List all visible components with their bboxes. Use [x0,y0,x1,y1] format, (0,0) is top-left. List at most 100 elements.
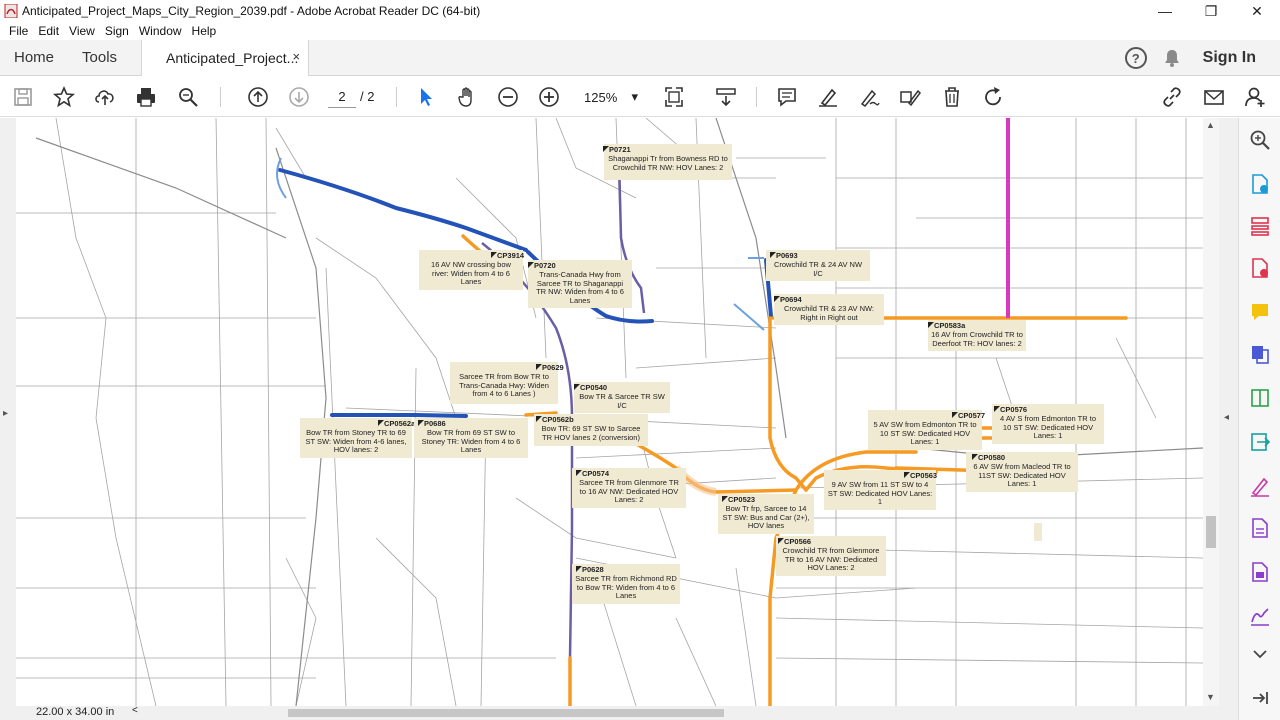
print-icon[interactable] [134,85,158,109]
project-label-cp0563: CP0563 9 AV SW from 11 ST SW to 4 ST SW: … [824,470,938,510]
chevron-left-icon: ◂ [1224,412,1230,423]
scroll-up-icon[interactable]: ▲ [1206,120,1215,130]
document-tab-label: Anticipated_Project... [166,49,299,66]
project-label-p0720: P0720 Trans-Canada Hwy from Sarcee TR to … [528,260,632,308]
more-tools-chevron-icon[interactable] [1248,642,1272,666]
comment-tool-icon[interactable] [1248,300,1272,324]
scroll-left-icon[interactable]: < [132,705,138,716]
project-label-cp0523: CP0523 Bow Tr frp, Sarcee to 14 ST SW: Bu… [718,494,814,534]
project-description: Bow TR & Sarcee TR SW I/C [579,392,665,410]
project-description: Bow TR from Stoney TR to 69 ST SW: Widen… [305,428,407,454]
page-up-icon[interactable] [246,85,270,109]
zoom-select[interactable]: 125% ▾ [578,86,644,108]
project-id: P0720 [534,261,556,270]
left-panel-toggle[interactable]: ▸ [0,118,16,706]
combine-files-icon[interactable] [1248,342,1272,366]
highlight-icon[interactable] [816,85,840,109]
project-description: Bow TR: 69 ST SW to Sarcee TR HOV lanes … [541,424,641,442]
page-number-input[interactable]: 2 [328,86,356,108]
project-id: CP3914 [497,251,525,260]
bookmark-star-icon[interactable] [52,85,76,109]
page-down-icon[interactable] [287,85,311,109]
fill-sign-icon[interactable] [898,85,922,109]
link-icon[interactable] [1160,85,1184,109]
help-icon[interactable]: ? [1124,47,1147,69]
restore-button[interactable]: ❐ [1188,0,1234,22]
project-label-p0694: P0694 Crowchild TR & 23 AV NW: Right in R… [774,294,884,325]
signature-icon[interactable] [1248,604,1272,628]
organize-pages-icon[interactable] [1248,214,1272,238]
tab-bar: Home Tools Anticipated_Project... × ? Si… [0,39,1280,76]
select-arrow-icon[interactable] [414,85,438,109]
project-id: CP0583a [934,321,966,330]
find-icon[interactable] [176,85,200,109]
project-description: Trans-Canada Hwy from Sarcee TR to Shaga… [536,270,624,305]
compress-pdf-icon[interactable] [1248,386,1272,410]
project-description: Bow TR from 69 ST SW to Stoney TR: Widen… [421,428,521,454]
project-id: CP0562a [384,419,416,428]
zoom-in-icon[interactable] [537,85,561,109]
fill-and-sign-icon[interactable] [1248,474,1272,498]
page-size-label: 22.00 x 34.00 in [36,706,115,718]
scroll-thumb[interactable] [1206,516,1216,548]
light-blue-ramps [276,157,765,331]
chevron-down-icon: ▾ [631,89,638,104]
upload-icon[interactable] [93,85,117,109]
zoom-out-icon[interactable] [496,85,520,109]
project-description: 9 AV SW from 11 ST SW to 4 ST SW: Dedica… [827,480,933,506]
scroll-down-icon[interactable]: ▼ [1206,692,1215,702]
menu-view[interactable]: View [64,24,100,38]
bell-icon[interactable] [1163,48,1181,68]
comment-icon[interactable] [775,85,799,109]
horizontal-scroll-thumb[interactable] [288,709,724,717]
project-description: Sarcee TR from Richmond RD to Bow TR: Wi… [575,574,677,600]
project-description: Shaganappi Tr from Bowness RD to Crowchi… [608,154,728,172]
menu-edit[interactable]: Edit [33,24,64,38]
document-viewport[interactable]: ▸ P0721 Shaganappi Tr from Bowness RD to… [0,118,1238,706]
vertical-scrollbar[interactable]: ▲ ▼ [1203,118,1219,706]
create-pdf-icon[interactable] [1248,256,1272,280]
sign-in-button[interactable]: Sign In [1203,49,1256,67]
menu-window[interactable]: Window [134,24,187,38]
project-id: CP0574 [582,469,610,478]
rotate-icon[interactable] [981,85,1005,109]
zoom-value: 125% [584,89,618,105]
menu-sign[interactable]: Sign [100,24,134,38]
scroll-mode-icon[interactable] [714,85,738,109]
tab-home[interactable]: Home [0,40,68,76]
project-label-cp0583a: CP0583a 16 AV from Crowchild TR to Deerfo… [928,320,1026,351]
project-id: P0694 [780,295,802,304]
minimize-button[interactable]: — [1142,0,1188,22]
right-panel-toggle[interactable]: ◂ [1219,118,1238,706]
save-icon[interactable] [11,85,35,109]
project-description: Bow Tr frp, Sarcee to 14 ST SW: Bus and … [722,504,810,530]
export-pdf-icon[interactable] [1248,172,1272,196]
sign-icon[interactable] [857,85,881,109]
tab-document[interactable]: Anticipated_Project... × [141,39,310,76]
menu-file[interactable]: File [4,24,33,38]
project-id: CP0563 [910,471,938,480]
project-label-p0693: P0693 Crowchild TR & 24 AV NW I/C [766,250,870,281]
fit-page-icon[interactable] [662,85,686,109]
close-window-button[interactable]: ✕ [1234,0,1280,22]
close-tab-icon[interactable]: × [292,49,300,64]
delete-icon[interactable] [940,85,964,109]
zoom-tool-icon[interactable] [1248,128,1272,152]
collapse-panel-icon[interactable] [1248,686,1272,710]
hand-icon[interactable] [455,85,479,109]
project-label-p0721: P0721 Shaganappi Tr from Bowness RD to Cr… [603,144,732,180]
protect-pdf-icon[interactable] [1248,560,1272,584]
toolbar-separator [756,87,757,107]
project-label-p0629: P0629 Sarcee TR from Bow TR to Trans-Cana… [450,362,564,404]
pdf-page-map[interactable]: P0721 Shaganappi Tr from Bowness RD to Cr… [16,118,1203,706]
toolbar-separator [396,87,397,107]
project-description: 5 AV SW from Edmonton TR to 10 ST SW: De… [873,420,977,446]
tab-tools[interactable]: Tools [68,40,131,76]
add-user-icon[interactable] [1243,85,1267,109]
edit-pdf-icon[interactable] [1248,516,1272,540]
menu-help[interactable]: Help [187,24,222,38]
project-label-cp3914: CP3914 16 AV NW crossing bow river: Widen… [419,250,525,290]
page-total: / 2 [360,89,375,104]
email-icon[interactable] [1202,85,1226,109]
send-for-review-icon[interactable] [1248,430,1272,454]
